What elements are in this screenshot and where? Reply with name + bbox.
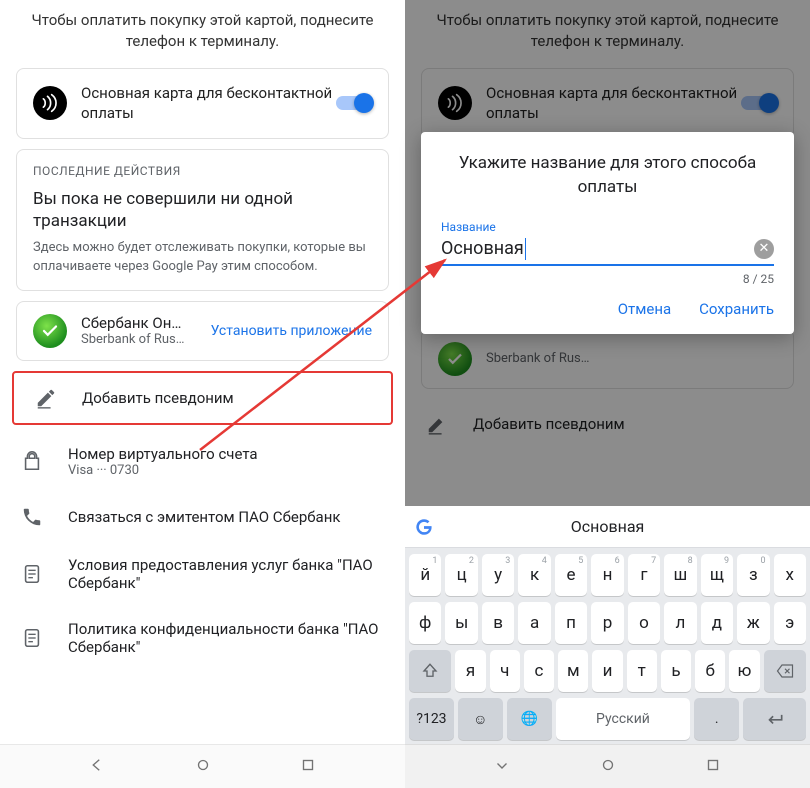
- key-и[interactable]: и: [592, 650, 622, 692]
- key-period[interactable]: .: [694, 698, 739, 740]
- document-icon: [18, 563, 46, 585]
- char-counter: 8 / 25: [441, 272, 774, 286]
- virtual-account-sub: Visa ··· 0730: [68, 463, 387, 478]
- android-navbar: [0, 744, 405, 788]
- contactless-card: Основная карта для бесконтактной оплаты: [16, 68, 389, 139]
- key-backspace[interactable]: [764, 650, 806, 692]
- terms-label: Условия предоставления услуг банка "ПАО …: [68, 556, 387, 592]
- key-й[interactable]: й1: [409, 554, 441, 596]
- key-ы[interactable]: ы: [445, 602, 477, 644]
- key-я[interactable]: я: [455, 650, 485, 692]
- key-д[interactable]: д: [701, 602, 733, 644]
- key-shift[interactable]: [409, 650, 451, 692]
- privacy-row[interactable]: Политика конфиденциальности банка "ПАО С…: [0, 606, 405, 670]
- google-icon[interactable]: [413, 516, 435, 538]
- key-т[interactable]: т: [627, 650, 657, 692]
- key-л[interactable]: л: [664, 602, 696, 644]
- bank-subtitle: Sberbank of Rus…: [81, 332, 203, 347]
- add-nickname-row[interactable]: Добавить псевдоним: [12, 371, 393, 425]
- dialog-title: Укажите название для этого способа оплат…: [441, 152, 774, 200]
- header-hint: Чтобы оплатить покупку этой картой, подн…: [0, 0, 405, 68]
- cancel-button[interactable]: Отмена: [618, 300, 671, 318]
- phone-icon: [18, 506, 46, 528]
- key-ь[interactable]: ь: [661, 650, 691, 692]
- key-р[interactable]: р: [591, 602, 623, 644]
- key-ч[interactable]: ч: [490, 650, 520, 692]
- key-symbols[interactable]: ?123: [409, 698, 454, 740]
- nav-home-button[interactable]: [599, 756, 617, 778]
- nickname-input[interactable]: Основная ✕: [441, 238, 774, 266]
- key-а[interactable]: а: [518, 602, 550, 644]
- key-о[interactable]: о: [628, 602, 660, 644]
- key-ц[interactable]: ц2: [445, 554, 477, 596]
- key-к[interactable]: к4: [518, 554, 550, 596]
- key-п[interactable]: п: [555, 602, 587, 644]
- key-з[interactable]: з0: [737, 554, 769, 596]
- nickname-dialog: Укажите название для этого способа оплат…: [421, 132, 794, 334]
- key-с[interactable]: с: [524, 650, 554, 692]
- key-е[interactable]: е5: [555, 554, 587, 596]
- contact-issuer-row[interactable]: Связаться с эмитентом ПАО Сбербанк: [0, 492, 405, 542]
- key-ю[interactable]: ю: [729, 650, 759, 692]
- recent-section-label: ПОСЛЕДНИЕ ДЕЙСТВИЯ: [17, 150, 388, 188]
- key-у[interactable]: у3: [482, 554, 514, 596]
- save-button[interactable]: Сохранить: [699, 300, 774, 318]
- screen-nickname-dialog: Чтобы оплатить покупку этой картой, подн…: [405, 0, 810, 788]
- key-э[interactable]: э: [774, 602, 806, 644]
- key-в[interactable]: в: [482, 602, 514, 644]
- key-м[interactable]: м: [558, 650, 588, 692]
- virtual-account-row[interactable]: Номер виртуального счета Visa ··· 0730: [0, 431, 405, 492]
- suggestion[interactable]: Основная: [445, 517, 770, 536]
- nav-hide-keyboard-button[interactable]: [493, 756, 511, 778]
- nfc-icon: [33, 86, 67, 120]
- key-enter[interactable]: [743, 698, 806, 740]
- keyboard: Основная й1ц2у3к4е5н6г7ш8щ9з0х фывапролд…: [405, 506, 810, 744]
- nav-recent-button[interactable]: [704, 756, 722, 778]
- clear-icon[interactable]: ✕: [754, 239, 774, 259]
- recent-card: ПОСЛЕДНИЕ ДЕЙСТВИЯ Вы пока не совершили …: [16, 149, 389, 291]
- terms-row[interactable]: Условия предоставления услуг банка "ПАО …: [0, 542, 405, 606]
- recent-desc: Здесь можно будет отслеживать покупки, к…: [17, 239, 388, 289]
- key-ж[interactable]: ж: [737, 602, 769, 644]
- bank-card[interactable]: Сбербанк Он… Sberbank of Rus… Установить…: [16, 301, 389, 361]
- pencil-icon: [32, 387, 60, 409]
- key-б[interactable]: б: [695, 650, 725, 692]
- document-icon: [18, 627, 46, 649]
- contactless-label: Основная карта для бесконтактной оплаты: [81, 83, 336, 124]
- key-ш[interactable]: ш8: [664, 554, 696, 596]
- contactless-toggle[interactable]: [336, 96, 372, 110]
- virtual-account-title: Номер виртуального счета: [68, 445, 387, 463]
- sberbank-icon: [33, 314, 67, 348]
- key-ф[interactable]: ф: [409, 602, 441, 644]
- bank-title: Сбербанк Он…: [81, 314, 203, 332]
- key-щ[interactable]: щ9: [701, 554, 733, 596]
- nav-home-button[interactable]: [194, 756, 212, 778]
- android-navbar: [405, 744, 810, 788]
- recent-title: Вы пока не совершили ни одной транзакции: [17, 188, 388, 240]
- input-value: Основная: [441, 238, 754, 260]
- add-nickname-label: Добавить псевдоним: [82, 389, 373, 407]
- field-label: Название: [441, 220, 774, 234]
- key-space[interactable]: Русский: [556, 698, 691, 740]
- install-app-link[interactable]: Установить приложение: [211, 323, 372, 339]
- screen-card-details: Чтобы оплатить покупку этой картой, подн…: [0, 0, 405, 788]
- key-г[interactable]: г7: [628, 554, 660, 596]
- contact-issuer-label: Связаться с эмитентом ПАО Сбербанк: [68, 508, 387, 526]
- nav-back-button[interactable]: [88, 756, 106, 778]
- key-х[interactable]: х: [774, 554, 806, 596]
- key-lang[interactable]: 🌐: [507, 698, 552, 740]
- privacy-label: Политика конфиденциальности банка "ПАО С…: [68, 620, 387, 656]
- key-н[interactable]: н6: [591, 554, 623, 596]
- lock-icon: [18, 450, 46, 472]
- nav-recent-button[interactable]: [299, 756, 317, 778]
- key-emoji[interactable]: ☺: [458, 698, 503, 740]
